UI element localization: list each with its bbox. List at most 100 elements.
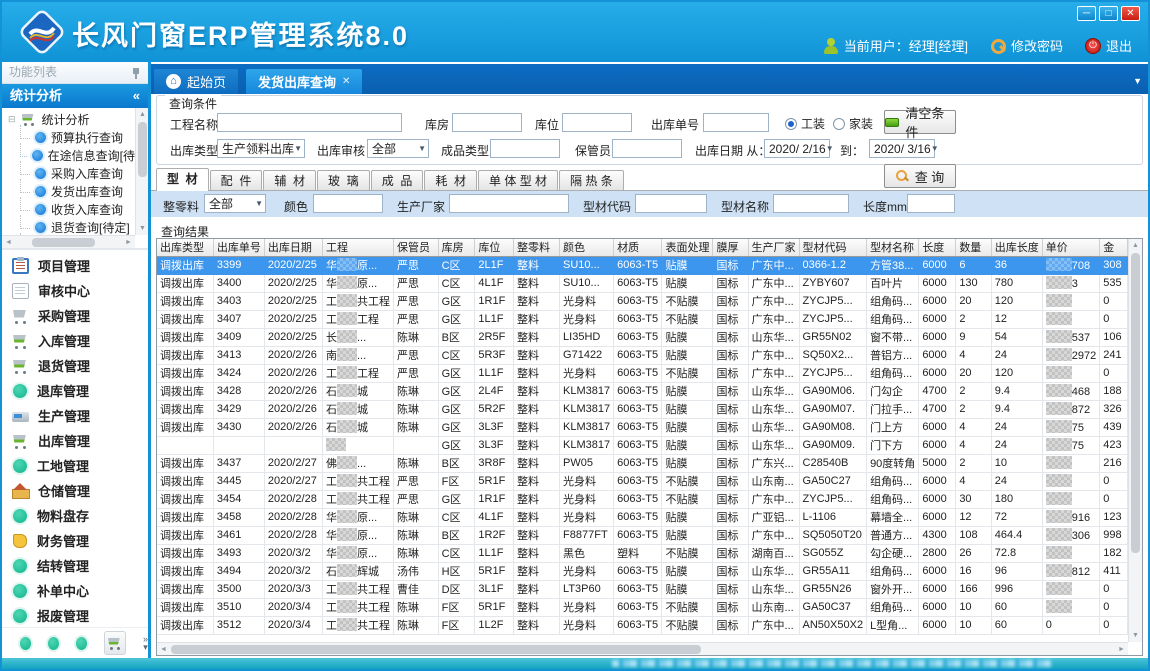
tab-home[interactable]: ⌂ 起始页: [154, 69, 238, 94]
search-button[interactable]: 查 询: [884, 164, 956, 188]
profile-code-input[interactable]: [635, 194, 707, 213]
radio-jiazhuang[interactable]: 家装: [833, 115, 873, 132]
scroll-down-icon[interactable]: ▼: [136, 222, 148, 235]
out-type-dropdown[interactable]: 生产领料出库▼: [217, 139, 305, 158]
pin-icon[interactable]: [131, 67, 141, 79]
grid-column-header[interactable]: 工程: [322, 239, 393, 256]
keeper-input[interactable]: [612, 139, 682, 158]
tree-root-statistics[interactable]: ⊟ 统计分析: [8, 110, 135, 128]
table-row[interactable]: 调拨出库34002020/2/25华原...严思C区4L1F整料SU10...6…: [157, 274, 1128, 292]
material-tab[interactable]: 型 材: [156, 168, 209, 191]
table-row[interactable]: 调拨出库34452020/2/27工共工程严思F区5R1F整料光身料6063-T…: [157, 472, 1128, 490]
table-row[interactable]: 调拨出库34072020/2/25工工程严思G区1L1F整料光身料6063-T5…: [157, 310, 1128, 328]
maximize-button[interactable]: □: [1099, 6, 1118, 21]
radio-gongzhuang[interactable]: 工装: [785, 115, 825, 132]
minimize-button[interactable]: ─: [1077, 6, 1096, 21]
sidebar-item-cart[interactable]: 采购管理: [2, 303, 148, 328]
grid-column-header[interactable]: 单价: [1042, 239, 1099, 256]
sidebar-item-cart-green[interactable]: 退货管理: [2, 353, 148, 378]
grid-column-header[interactable]: 出库长度: [991, 239, 1042, 256]
order-no-input[interactable]: [703, 113, 769, 132]
table-row[interactable]: 调拨出库34612020/2/28华原...陈琳B区1R2F整料F8877FT6…: [157, 526, 1128, 544]
table-row[interactable]: G区3L3F整料KLM38176063-T5贴膜国标山东华...GA90M09.…: [157, 436, 1128, 454]
table-row[interactable]: 调拨出库34302020/2/26石城陈琳G区3L3F整料KLM38176063…: [157, 418, 1128, 436]
table-row[interactable]: 调拨出库34292020/2/26石城陈琳G区5R2F整料KLM38176063…: [157, 400, 1128, 418]
table-row[interactable]: 调拨出库34932020/3/2华原...陈琳C区1L1F整料黑色塑料不贴膜国标…: [157, 544, 1128, 562]
collapse-icon[interactable]: «: [133, 84, 140, 108]
table-row[interactable]: 调拨出库34582020/2/28华原...陈琳C区4L1F整料光身料6063-…: [157, 508, 1128, 526]
material-tab[interactable]: 单 体 型 材: [478, 170, 558, 191]
manufacturer-input[interactable]: [449, 194, 569, 213]
project-name-input[interactable]: [217, 113, 402, 132]
table-row[interactable]: 调拨出库34542020/2/28工共工程严思G区1R1F整料光身料6063-T…: [157, 490, 1128, 508]
sidebar-item-circle[interactable]: 工地管理: [2, 453, 148, 478]
grid-column-header[interactable]: 出库单号: [213, 239, 264, 256]
material-tab[interactable]: 成 品: [371, 170, 424, 191]
sidebar-item-warehouse[interactable]: 仓储管理: [2, 478, 148, 503]
color-input[interactable]: [313, 194, 383, 213]
grid-column-header[interactable]: 生产厂家: [748, 239, 799, 256]
location-input[interactable]: [562, 113, 632, 132]
date-from-picker[interactable]: 2020/ 2/16▼: [764, 139, 830, 158]
grid-column-header[interactable]: 型材名称: [867, 239, 919, 256]
grid-column-header[interactable]: 长度: [919, 239, 956, 256]
material-tab[interactable]: 玻 璃: [317, 170, 370, 191]
table-row[interactable]: 调拨出库35002020/3/3工共工程曹佳D区3L1F整料LT3P606063…: [157, 580, 1128, 598]
table-row[interactable]: 调拨出库33992020/2/25华原...严思C区2L1F整料SU10...6…: [157, 256, 1128, 274]
product-type-input[interactable]: [490, 139, 560, 158]
close-button[interactable]: ✕: [1121, 6, 1140, 21]
grid-vertical-scrollbar[interactable]: ▲ ▼: [1128, 239, 1142, 642]
scroll-up-icon[interactable]: ▲: [1129, 239, 1142, 252]
audit-dropdown[interactable]: 全部▼: [367, 139, 429, 158]
module-shortcut-icon[interactable]: [48, 637, 59, 650]
material-tab[interactable]: 隔 热 条: [559, 170, 624, 191]
table-row[interactable]: 调拨出库34132020/2/26南...严思C区5R3F整料G71422606…: [157, 346, 1128, 364]
grid-column-header[interactable]: 表面处理: [662, 239, 713, 256]
more-modules-button[interactable]: »▾: [143, 635, 148, 651]
tree-vertical-scrollbar[interactable]: ▲ ▼: [135, 108, 148, 235]
sidebar-item-finance[interactable]: 财务管理: [2, 528, 148, 553]
sidebar-item-cart-green[interactable]: 入库管理: [2, 328, 148, 353]
grid-column-header[interactable]: 保管员: [393, 239, 438, 256]
warehouse-input[interactable]: [452, 113, 522, 132]
table-row[interactable]: 调拨出库34092020/2/25长...陈琳B区2R5F整料LI35HD606…: [157, 328, 1128, 346]
table-row[interactable]: 调拨出库34242020/2/26工工程严思G区1L1F整料光身料6063-T5…: [157, 364, 1128, 382]
grid-column-header[interactable]: 出库日期: [264, 239, 322, 256]
tree-item[interactable]: 预算执行查询: [8, 128, 135, 146]
grid-column-header[interactable]: 数量: [956, 239, 991, 256]
tab-shipment-outbound-query[interactable]: 发货出库查询 ✕: [246, 69, 362, 94]
sidebar-section-statistics[interactable]: 统计分析 «: [2, 84, 148, 108]
table-row[interactable]: 调拨出库34372020/2/27佛...陈琳B区3R8F整料PW056063-…: [157, 454, 1128, 472]
sidebar-item-clipboard[interactable]: 项目管理: [2, 253, 148, 278]
table-row[interactable]: 调拨出库34032020/2/25工共工程严思G区1R1F整料光身料6063-T…: [157, 292, 1128, 310]
material-tab[interactable]: 配 件: [210, 170, 263, 191]
table-row[interactable]: 调拨出库34942020/3/2石辉城汤伟H区5R1F整料光身料6063-T5贴…: [157, 562, 1128, 580]
grid-column-header[interactable]: 颜色: [560, 239, 614, 256]
tree-expander-icon[interactable]: ⊟: [8, 114, 16, 125]
sidebar-item-circle[interactable]: 物料盘存: [2, 503, 148, 528]
grid-column-header[interactable]: 库房: [438, 239, 475, 256]
sidebar-item-cart-green[interactable]: 出库管理: [2, 428, 148, 453]
sidebar-item-circle[interactable]: 退库管理: [2, 378, 148, 403]
grid-column-header[interactable]: 库位: [475, 239, 514, 256]
scroll-left-icon[interactable]: ◄: [2, 236, 15, 249]
material-tab[interactable]: 耗 材: [424, 170, 477, 191]
tree-horizontal-scrollbar[interactable]: ◄ ►: [2, 235, 135, 248]
tab-close-icon[interactable]: ✕: [342, 76, 350, 87]
scroll-up-icon[interactable]: ▲: [136, 108, 148, 121]
change-password-button[interactable]: 修改密码: [990, 36, 1063, 55]
scroll-left-icon[interactable]: ◄: [157, 643, 170, 656]
material-tab[interactable]: 辅 材: [263, 170, 316, 191]
grid-column-header[interactable]: 出库类型: [157, 239, 213, 256]
length-input[interactable]: [907, 194, 955, 213]
sidebar-item-circle[interactable]: 报废管理: [2, 603, 148, 628]
module-shortcut-icon[interactable]: [20, 637, 31, 650]
sidebar-item-note[interactable]: 审核中心: [2, 278, 148, 303]
logout-button[interactable]: ⏻ 退出: [1085, 36, 1132, 55]
table-row[interactable]: 调拨出库35102020/3/4工共工程陈琳F区5R1F整料光身料6063-T5…: [157, 598, 1128, 616]
scroll-right-icon[interactable]: ►: [122, 236, 135, 249]
grid-column-header[interactable]: 型材代码: [799, 239, 867, 256]
tab-list-dropdown-icon[interactable]: ▼: [1133, 76, 1142, 86]
sidebar-item-production[interactable]: 生产管理: [2, 403, 148, 428]
grid-horizontal-scrollbar[interactable]: ◄ ►: [157, 642, 1128, 655]
